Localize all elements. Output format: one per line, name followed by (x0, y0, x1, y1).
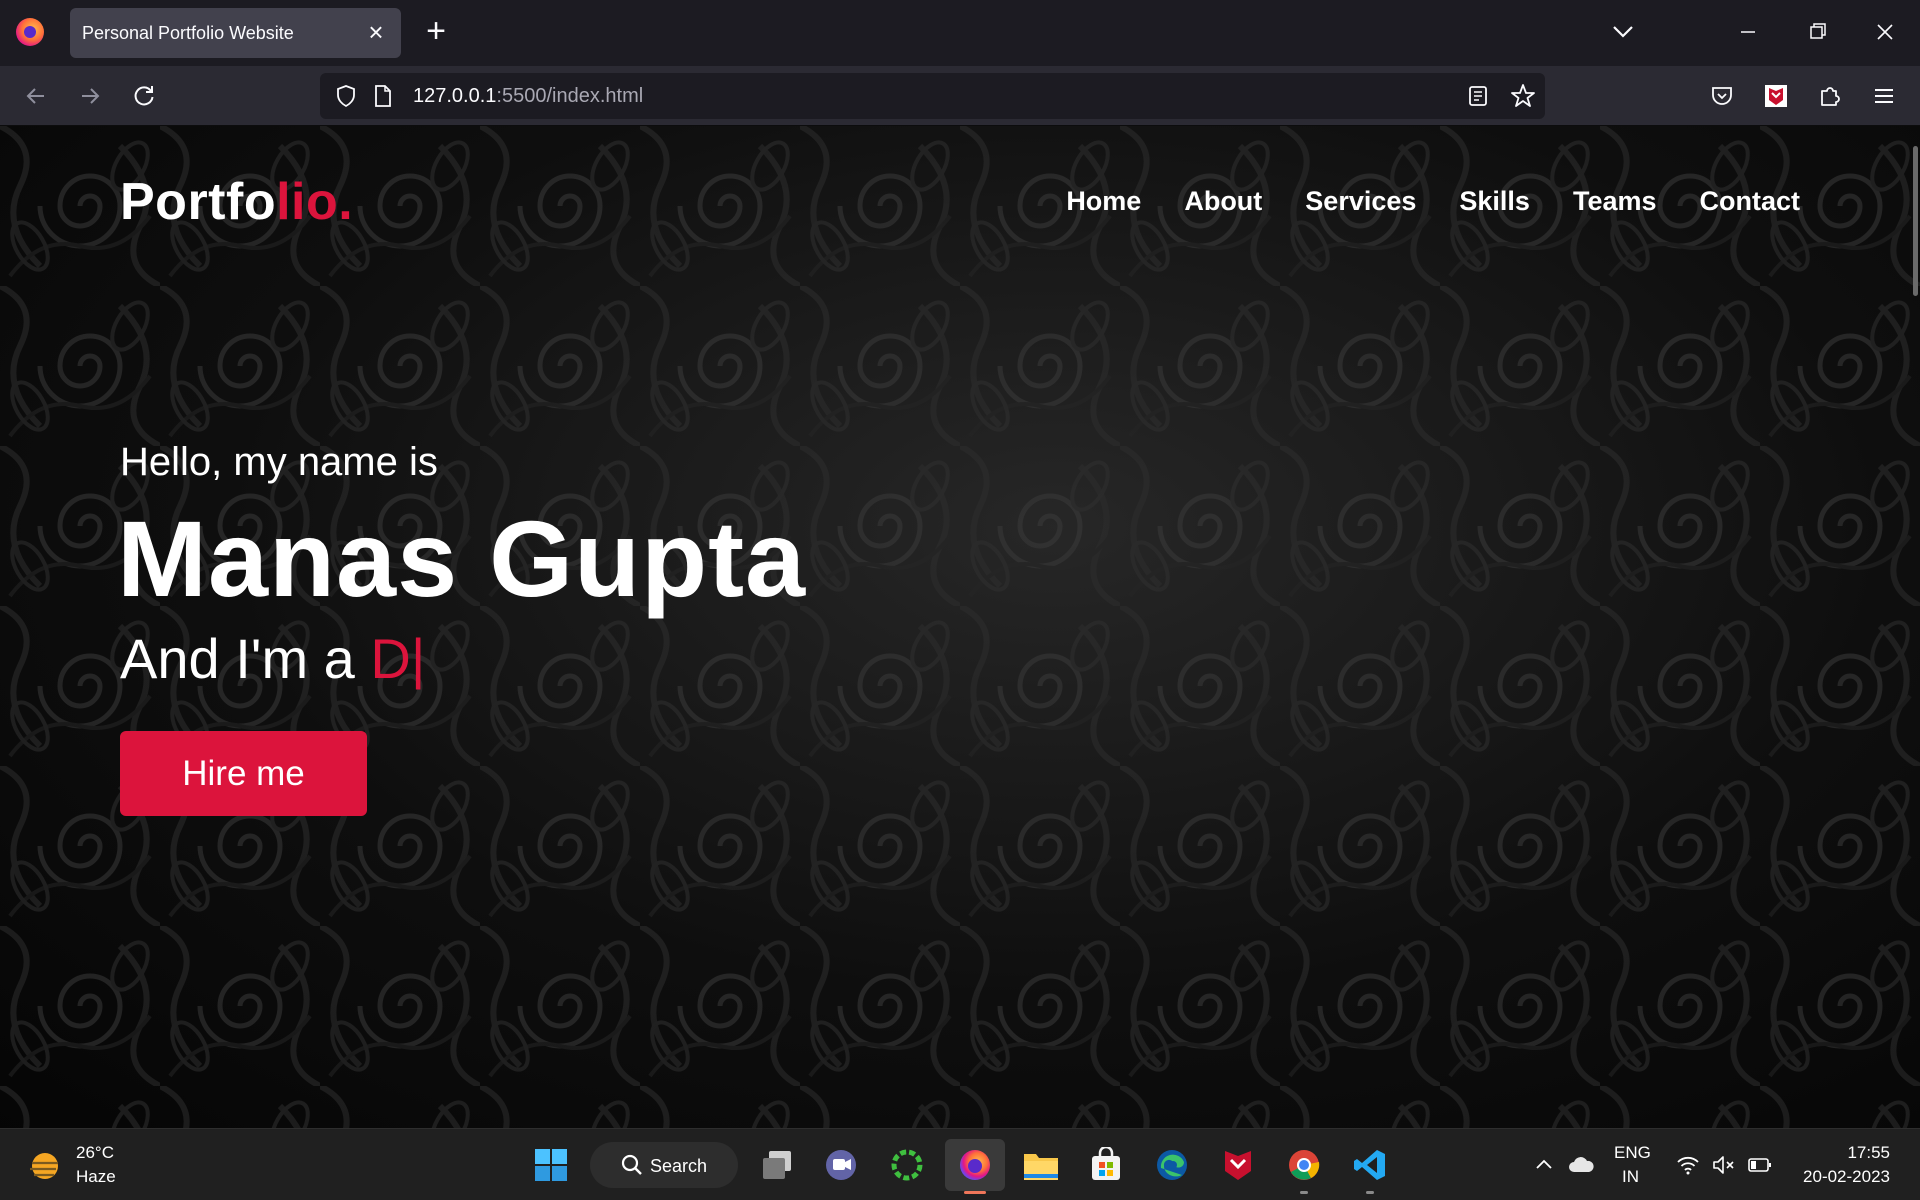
hire-me-button[interactable]: Hire me (120, 731, 367, 816)
role-typed-text: D (370, 627, 411, 690)
file-explorer-icon[interactable] (1018, 1142, 1064, 1188)
navigation-toolbar: 127.0.0.1:5500/index.html (0, 66, 1920, 126)
role-prefix: And I'm a (120, 627, 371, 690)
weather-condition[interactable]: Haze (76, 1167, 116, 1187)
taskbar-search[interactable]: Search (590, 1142, 738, 1188)
reader-view-icon[interactable] (1466, 84, 1490, 113)
clock-time[interactable]: 17:55 (1847, 1143, 1890, 1163)
reload-icon[interactable] (124, 76, 164, 116)
task-view-icon[interactable] (754, 1142, 800, 1188)
search-icon (620, 1153, 644, 1182)
running-indicator (1366, 1191, 1374, 1194)
nav-link-services[interactable]: Services (1305, 186, 1416, 217)
teams-icon[interactable] (818, 1142, 864, 1188)
tab-active[interactable]: Personal Portfolio Website × (70, 8, 401, 58)
page-scrollbar[interactable] (1913, 146, 1918, 296)
firefox-icon[interactable] (16, 18, 44, 46)
hero-name: Manas Gupta (117, 498, 807, 619)
hamburger-menu-icon[interactable] (1864, 76, 1904, 116)
shield-app-icon[interactable] (1215, 1142, 1261, 1188)
windows-start-icon[interactable] (528, 1142, 574, 1188)
windows-taskbar: 26°C Haze Search ENG IN 17:55 20-02-2023 (0, 1128, 1920, 1200)
app-icon[interactable] (884, 1142, 930, 1188)
cloud-icon[interactable] (1558, 1142, 1604, 1188)
close-window-icon[interactable] (1860, 12, 1910, 52)
weather-temperature[interactable]: 26°C (76, 1143, 114, 1163)
chevron-down-icon[interactable] (1605, 16, 1641, 48)
hero-greeting: Hello, my name is (120, 440, 438, 484)
nav-link-home[interactable]: Home (1066, 186, 1141, 217)
typing-cursor: | (410, 627, 426, 690)
weather-icon[interactable] (26, 1147, 64, 1185)
region-indicator[interactable]: IN (1622, 1167, 1639, 1187)
page-viewport: Portfolio. Home About Services Skills Te… (0, 126, 1920, 1128)
url-bar[interactable]: 127.0.0.1:5500/index.html (320, 73, 1545, 119)
active-indicator (964, 1191, 986, 1194)
site-navigation: Home About Services Skills Teams Contact (1066, 186, 1800, 217)
tab-title: Personal Portfolio Website (82, 23, 294, 43)
tab-strip: Personal Portfolio Website × + (0, 0, 1920, 66)
minimize-icon[interactable] (1723, 12, 1773, 52)
hero-role: And I'm a D| (120, 626, 425, 691)
store-icon[interactable] (1083, 1142, 1129, 1188)
puzzle-icon[interactable] (1810, 76, 1850, 116)
nav-link-skills[interactable]: Skills (1459, 186, 1530, 217)
star-icon[interactable] (1510, 83, 1536, 114)
forward-arrow-icon[interactable] (70, 76, 110, 116)
firefox-taskbar-icon[interactable] (952, 1142, 998, 1194)
clock-date[interactable]: 20-02-2023 (1803, 1167, 1890, 1187)
page-icon[interactable] (372, 84, 394, 113)
search-label: Search (650, 1156, 708, 1176)
running-indicator (1300, 1191, 1308, 1194)
site-logo[interactable]: Portfolio. (120, 172, 353, 232)
nav-link-contact[interactable]: Contact (1700, 186, 1801, 217)
url-host: 127.0.0.1 (413, 85, 497, 107)
chrome-icon[interactable] (1281, 1142, 1327, 1194)
pocket-icon[interactable] (1702, 76, 1742, 116)
url-path: :5500/index.html (496, 85, 644, 107)
vscode-icon[interactable] (1347, 1142, 1393, 1194)
language-indicator[interactable]: ENG (1614, 1143, 1651, 1163)
nav-link-teams[interactable]: Teams (1573, 186, 1657, 217)
close-icon[interactable]: × (361, 18, 391, 48)
restore-icon[interactable] (1792, 12, 1842, 52)
extension-icon[interactable] (1756, 76, 1796, 116)
plus-icon[interactable]: + (418, 14, 454, 50)
back-arrow-icon[interactable] (16, 76, 56, 116)
logo-text-main: Portfo (120, 173, 277, 231)
url-text[interactable]: 127.0.0.1:5500/index.html (413, 85, 643, 108)
shield-icon[interactable] (334, 84, 358, 113)
nav-link-about[interactable]: About (1184, 186, 1262, 217)
battery-icon[interactable] (1737, 1142, 1783, 1188)
edge-icon[interactable] (1149, 1142, 1195, 1188)
logo-text-accent: lio. (276, 173, 354, 231)
